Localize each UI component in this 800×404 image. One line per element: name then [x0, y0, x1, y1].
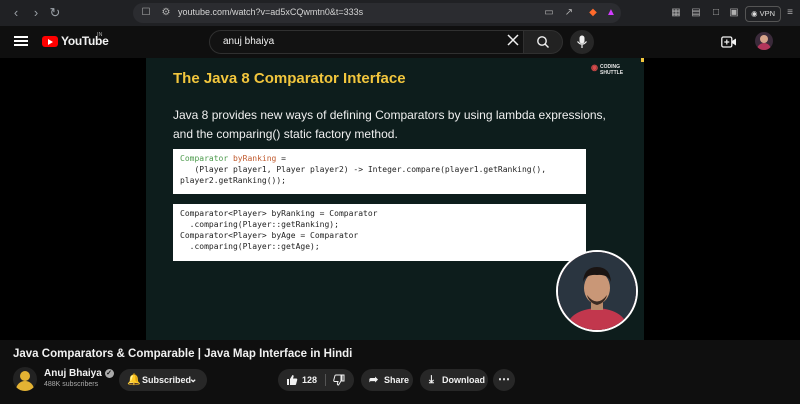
- code-block-1: Comparator byRanking = (Player player1, …: [173, 149, 586, 194]
- slide-paragraph: Java 8 provides new ways of defining Com…: [173, 108, 606, 141]
- back-icon[interactable]: ‹: [9, 6, 23, 20]
- slide-corner-marker: [641, 58, 644, 62]
- bell-icon: 🔔: [127, 374, 141, 386]
- reload-icon[interactable]: ↻: [48, 6, 62, 20]
- coding-shuttle-logo: ◉ CODING SHUTTLE: [591, 63, 624, 76]
- youtube-logo-icon[interactable]: [42, 36, 58, 47]
- cast-icon[interactable]: ▭: [543, 7, 555, 19]
- share-button[interactable]: ➦ Share: [361, 369, 413, 391]
- thumbs-up-icon: [287, 375, 298, 385]
- logo-mark-icon: ◉: [591, 63, 598, 72]
- forward-icon[interactable]: ›: [29, 6, 43, 20]
- chevron-down-icon: ⌄: [189, 374, 198, 385]
- download-icon: ⤓: [429, 374, 434, 386]
- bookmark-icon[interactable]: ☐: [140, 7, 152, 19]
- video-title: Java Comparators & Comparable | Java Map…: [13, 348, 353, 360]
- slide-title: The Java 8 Comparator Interface: [173, 70, 406, 87]
- presenter-webcam: [556, 250, 638, 332]
- search-icon: [537, 36, 549, 48]
- brave-shield-icon[interactable]: ◆: [587, 7, 599, 19]
- download-button[interactable]: ⤓ Download: [420, 369, 488, 391]
- share-arrow-icon: ➦: [369, 374, 379, 386]
- subscribed-button[interactable]: 🔔 Subscribed ⌄: [119, 369, 207, 391]
- subscriber-count: 488K subscribers: [44, 381, 99, 388]
- clear-search-icon[interactable]: [506, 33, 520, 47]
- page-bottom-strip: [0, 398, 800, 404]
- like-button[interactable]: 128: [278, 369, 324, 391]
- site-settings-icon[interactable]: ⚙: [160, 7, 172, 19]
- share-icon[interactable]: ↗: [563, 7, 575, 19]
- more-actions-button[interactable]: ⋯: [493, 369, 515, 391]
- wallet-icon[interactable]: ▣: [728, 7, 740, 19]
- account-avatar[interactable]: [755, 32, 773, 50]
- extensions-icon[interactable]: ▦: [670, 7, 682, 19]
- microphone-icon: [577, 35, 587, 48]
- create-video-icon[interactable]: [721, 35, 737, 48]
- vpn-icon: ◉: [751, 9, 760, 18]
- thumbs-down-icon: [333, 374, 345, 386]
- dislike-button[interactable]: [326, 369, 354, 391]
- search-button[interactable]: [523, 30, 563, 54]
- code-block-2: Comparator<Player> byRanking = Comparato…: [173, 204, 586, 261]
- menu-icon[interactable]: ≡: [784, 7, 796, 19]
- more-horizontal-icon: ⋯: [498, 372, 510, 386]
- sidebar-icon[interactable]: ▤: [690, 7, 702, 19]
- search-query[interactable]: anuj bhaiya: [223, 36, 274, 47]
- hamburger-menu-icon[interactable]: [14, 36, 28, 46]
- verified-icon: ✓: [104, 369, 114, 378]
- channel-name[interactable]: Anuj Bhaiya ✓: [44, 368, 114, 379]
- like-dislike-group: 128: [278, 369, 354, 391]
- brave-rewards-icon[interactable]: ▲: [605, 7, 617, 19]
- voice-search-button[interactable]: [570, 30, 594, 54]
- region-label: IN: [97, 32, 103, 38]
- url-text[interactable]: youtube.com/watch?v=ad5xCQwmtn0&t=333s: [178, 7, 363, 17]
- vpn-button[interactable]: ◉ VPN: [745, 6, 782, 22]
- channel-avatar[interactable]: [13, 367, 37, 391]
- tab-icon[interactable]: □: [710, 7, 722, 19]
